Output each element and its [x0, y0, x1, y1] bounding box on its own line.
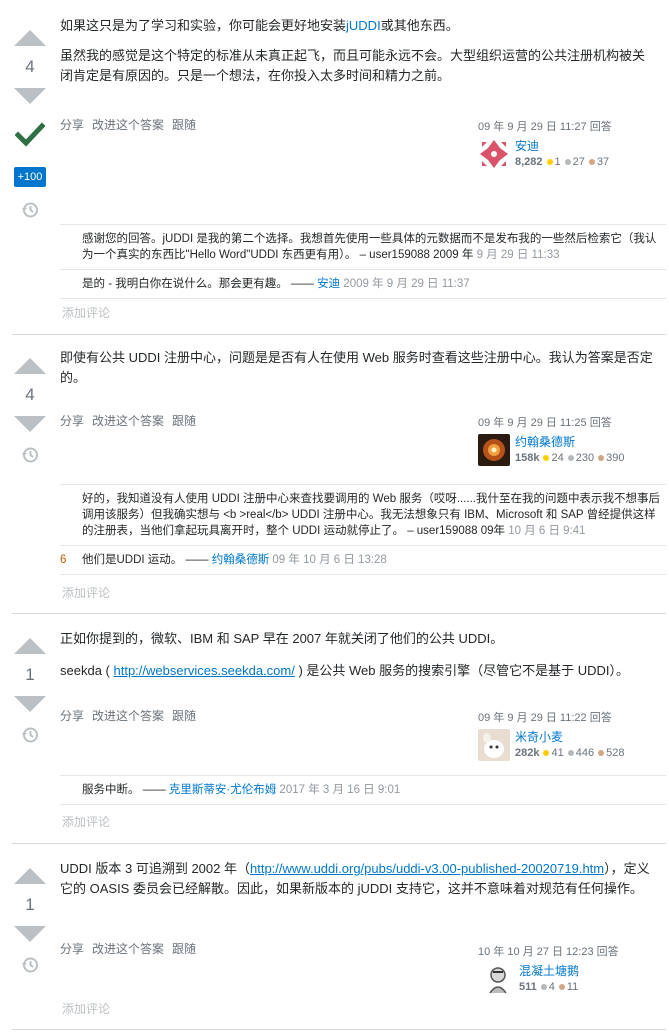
- downvote-arrow-icon[interactable]: [14, 926, 46, 942]
- user-card: 09 年 9 月 29 日 11:27 回答 安迪 8,282 1 27 37: [478, 120, 668, 170]
- reputation: 8,282 1 27 37: [515, 156, 610, 168]
- comment: 好的，我知道没有人使用 UDDI 注册中心来查找要调用的 Web 服务（哎呀..…: [60, 485, 666, 546]
- improve-link[interactable]: 改进这个答案: [92, 414, 164, 428]
- downvote-arrow-icon[interactable]: [14, 88, 46, 104]
- post-menu: 分享 改进这个答案 跟随: [60, 412, 204, 429]
- history-icon[interactable]: [21, 446, 39, 464]
- add-comment-link[interactable]: 添加评论: [62, 813, 110, 830]
- answer-body: UDDI 版本 3 可追溯到 2002 年（http://www.uddi.or…: [60, 859, 656, 911]
- add-comment-link[interactable]: 添加评论: [62, 304, 110, 321]
- user-name[interactable]: 约翰桑德斯: [515, 434, 624, 450]
- paragraph: UDDI 版本 3 可追溯到 2002 年（http://www.uddi.or…: [60, 861, 650, 896]
- reputation: 511 4 11: [519, 981, 579, 993]
- comment-user-link[interactable]: 安迪: [317, 278, 340, 290]
- comment-user-link[interactable]: 约翰桑德斯: [212, 554, 270, 566]
- user-card: 10 年 10 月 27 日 12:23 回答 混凝土塘鹅 511 4 11: [478, 945, 668, 995]
- vote-count: 1: [25, 895, 35, 914]
- vote-count: 1: [25, 665, 35, 684]
- answered-time: 09 年 9 月 29 日 11:27 回答: [478, 121, 612, 133]
- downvote-arrow-icon[interactable]: [14, 696, 46, 712]
- user-name[interactable]: 安迪: [515, 138, 609, 154]
- divider: [12, 613, 666, 614]
- avatar[interactable]: [478, 434, 510, 466]
- comment: 6 他们是UDDI 运动。 —— 约翰桑德斯 09 年 10 月 6 日 13:2…: [60, 546, 666, 575]
- divider: [12, 334, 666, 335]
- history-icon[interactable]: [21, 726, 39, 744]
- paragraph: 如果这只是为了学习和实验，你可能会更好地安装jUDDI或其他东西。: [60, 18, 459, 33]
- comment-score: 6: [60, 554, 67, 566]
- paragraph: seekda ( http://webservices.seekda.com/ …: [60, 663, 630, 678]
- improve-link[interactable]: 改进这个答案: [92, 118, 164, 132]
- upvote-arrow-icon[interactable]: [14, 358, 46, 374]
- share-link[interactable]: 分享: [60, 942, 84, 956]
- bounty-badge: +100: [13, 167, 47, 187]
- upvote-arrow-icon[interactable]: [14, 638, 46, 654]
- answer-body: 正如你提到的，微软、IBM 和 SAP 早在 2007 年就关闭了他们的公共 U…: [60, 629, 656, 693]
- upvote-arrow-icon[interactable]: [14, 30, 46, 46]
- share-link[interactable]: 分享: [60, 709, 84, 723]
- comment-list: 感谢您的回答。jUDDI 是我的第二个选择。我想首先使用一些具体的元数据而不是发…: [60, 224, 666, 299]
- answer-body: 如果这只是为了学习和实验，你可能会更好地安装jUDDI或其他东西。 虽然我的感觉…: [60, 16, 656, 98]
- user-card: 09 年 9 月 29 日 11:22 回答 米奇小麦 282k 41 446 528: [478, 711, 668, 761]
- answered-time: 09 年 9 月 29 日 11:22 回答: [478, 712, 612, 724]
- paragraph: 即使有公共 UDDI 注册中心，问题是是否有人在使用 Web 服务时查看这些注册…: [60, 350, 653, 385]
- follow-link[interactable]: 跟随: [172, 709, 196, 723]
- improve-link[interactable]: 改进这个答案: [92, 942, 164, 956]
- link[interactable]: http://www.uddi.org/pubs/uddi-v3.00-publ…: [250, 861, 604, 876]
- vote-controls: 1: [12, 638, 48, 747]
- divider: [12, 843, 666, 844]
- post-menu: 分享 改进这个答案 跟随: [60, 707, 204, 724]
- link[interactable]: http://webservices.seekda.com/: [113, 663, 294, 678]
- avatar[interactable]: [478, 729, 510, 761]
- vote-controls: 4: [12, 358, 48, 467]
- follow-link[interactable]: 跟随: [172, 414, 196, 428]
- answer-body: 即使有公共 UDDI 注册中心，问题是是否有人在使用 Web 服务时查看这些注册…: [60, 348, 656, 400]
- user-name[interactable]: 米奇小麦: [515, 729, 624, 745]
- improve-link[interactable]: 改进这个答案: [92, 709, 164, 723]
- comment: 是的 - 我明白你在说什么。那会更有趣。 —— 安迪 2009 年 9 月 29…: [60, 270, 666, 299]
- history-icon[interactable]: [21, 201, 39, 219]
- user-card: 09 年 9 月 29 日 11:25 回答 约翰桑德斯 158k 24 230 39…: [478, 416, 668, 466]
- comment-list: 服务中断。 —— 克里斯蒂安·尤伦布姆 2017 年 3 月 16 日 9:01: [60, 775, 666, 805]
- share-link[interactable]: 分享: [60, 118, 84, 132]
- upvote-arrow-icon[interactable]: [14, 868, 46, 884]
- vote-controls: 4 +100: [12, 30, 48, 222]
- vote-count: 4: [25, 385, 35, 404]
- reputation: 282k 41 446 528: [515, 747, 625, 759]
- downvote-arrow-icon[interactable]: [14, 416, 46, 432]
- answered-time: 10 年 10 月 27 日 12:23 回答: [478, 946, 619, 958]
- paragraph: 正如你提到的，微软、IBM 和 SAP 早在 2007 年就关闭了他们的公共 U…: [60, 631, 504, 646]
- user-name[interactable]: 混凝土塘鹅: [519, 963, 579, 979]
- share-link[interactable]: 分享: [60, 414, 84, 428]
- vote-count: 4: [25, 57, 35, 76]
- follow-link[interactable]: 跟随: [172, 942, 196, 956]
- accepted-check-icon: [14, 122, 46, 147]
- link[interactable]: jUDDI: [346, 18, 381, 33]
- post-menu: 分享 改进这个答案 跟随: [60, 116, 204, 133]
- comment-user-link[interactable]: 克里斯蒂安·尤伦布姆: [169, 784, 276, 796]
- comment: 感谢您的回答。jUDDI 是我的第二个选择。我想首先使用一些具体的元数据而不是发…: [60, 225, 666, 270]
- history-icon[interactable]: [21, 956, 39, 974]
- post-menu: 分享 改进这个答案 跟随: [60, 940, 204, 957]
- answered-time: 09 年 9 月 29 日 11:25 回答: [478, 417, 612, 429]
- paragraph: 虽然我的感觉是这个特定的标准从未真正起飞，而且可能永远不会。大型组织运营的公共注…: [60, 48, 646, 83]
- add-comment-link[interactable]: 添加评论: [62, 584, 110, 601]
- add-comment-link[interactable]: 添加评论: [62, 1000, 110, 1017]
- avatar[interactable]: [482, 963, 514, 995]
- vote-controls: 1: [12, 868, 48, 977]
- follow-link[interactable]: 跟随: [172, 118, 196, 132]
- reputation: 158k 24 230 390: [515, 452, 625, 464]
- divider: [12, 1029, 666, 1030]
- comment: 服务中断。 —— 克里斯蒂安·尤伦布姆 2017 年 3 月 16 日 9:01: [60, 776, 666, 805]
- comment-list: 好的，我知道没有人使用 UDDI 注册中心来查找要调用的 Web 服务（哎呀..…: [60, 484, 666, 575]
- avatar[interactable]: [478, 138, 510, 170]
